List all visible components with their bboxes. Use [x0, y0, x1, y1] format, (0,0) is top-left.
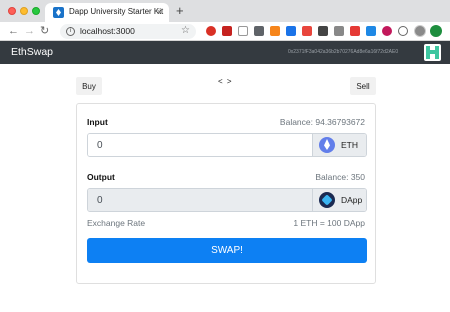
extension-icon[interactable] [222, 26, 232, 36]
update-menu-icon[interactable] [430, 25, 442, 37]
input-label: Input [87, 117, 108, 127]
blue-square-extension-icon[interactable] [366, 26, 376, 36]
heart-extension-icon[interactable] [382, 26, 392, 36]
forward-button[interactable]: → [24, 24, 35, 38]
dapp-token-icon [319, 192, 335, 208]
browser-tab-strip: Dapp University Starter Kit × + [0, 0, 450, 22]
output-currency: DApp [341, 195, 363, 205]
text-extension-icon[interactable] [318, 26, 328, 36]
info-extension-icon[interactable] [398, 26, 408, 36]
output-balance: Balance: 350 [315, 172, 365, 182]
input-currency-addon: ETH [312, 134, 366, 156]
exchange-rate-label: Exchange Rate [87, 218, 146, 228]
swap-button[interactable]: SWAP! [87, 238, 367, 263]
account-address: 0x2371fF3a042a36b2b70276Ad8e6a16f72d2AE0 [288, 49, 399, 55]
close-window-button[interactable] [8, 7, 16, 15]
input-field-group: ETH [87, 133, 367, 157]
reload-button[interactable]: ↻ [40, 24, 49, 38]
profile-avatar[interactable] [414, 25, 426, 37]
swap-card: Input Balance: 94.36793672 ETH Output Ba… [76, 103, 376, 284]
grid-extension-icon[interactable] [334, 26, 344, 36]
output-label: Output [87, 172, 115, 182]
output-amount-field [88, 189, 314, 211]
browser-tab[interactable]: Dapp University Starter Kit × [45, 3, 169, 22]
adblock-extension-icon[interactable] [206, 26, 216, 36]
metamask-extension-icon[interactable] [270, 26, 280, 36]
blue-extension-icon[interactable] [286, 26, 296, 36]
maximize-window-button[interactable] [32, 7, 40, 15]
tab-title: Dapp University Starter Kit [69, 7, 164, 16]
output-field-group: DApp [87, 188, 367, 212]
input-balance: Balance: 94.36793672 [279, 117, 365, 127]
video-extension-icon[interactable] [254, 26, 264, 36]
tab-close-icon[interactable]: × [157, 6, 162, 18]
minimize-window-button[interactable] [20, 7, 28, 15]
dapp-favicon-icon [53, 7, 64, 18]
browser-toolbar: ← → ↻ i localhost:3000 ☆ [0, 22, 450, 41]
new-tab-button[interactable]: + [176, 3, 184, 19]
back-button[interactable]: ← [8, 24, 19, 38]
arrows-extension-icon[interactable] [350, 26, 360, 36]
eth-icon [319, 137, 335, 153]
sell-button[interactable]: Sell [350, 77, 376, 95]
brand-title[interactable]: EthSwap [11, 46, 53, 58]
buy-button[interactable]: Buy [76, 77, 102, 95]
input-currency: ETH [341, 140, 358, 150]
bookmark-star-icon[interactable]: ☆ [181, 25, 190, 37]
output-currency-addon: DApp [312, 189, 366, 211]
lastpass-extension-icon[interactable] [302, 26, 312, 36]
account-identicon [424, 44, 441, 61]
exchange-rate-value: 1 ETH = 100 DApp [293, 218, 365, 228]
address-url[interactable]: localhost:3000 [80, 26, 135, 36]
toggle-arrows[interactable]: < > [218, 77, 233, 86]
address-bar[interactable]: i localhost:3000 ☆ [60, 24, 196, 39]
edit-extension-icon[interactable] [238, 26, 248, 36]
app-navbar: EthSwap 0x2371fF3a042a36b2b70276Ad8e6a16… [0, 41, 450, 64]
input-amount-field[interactable] [88, 134, 314, 156]
site-info-icon[interactable]: i [66, 27, 75, 36]
